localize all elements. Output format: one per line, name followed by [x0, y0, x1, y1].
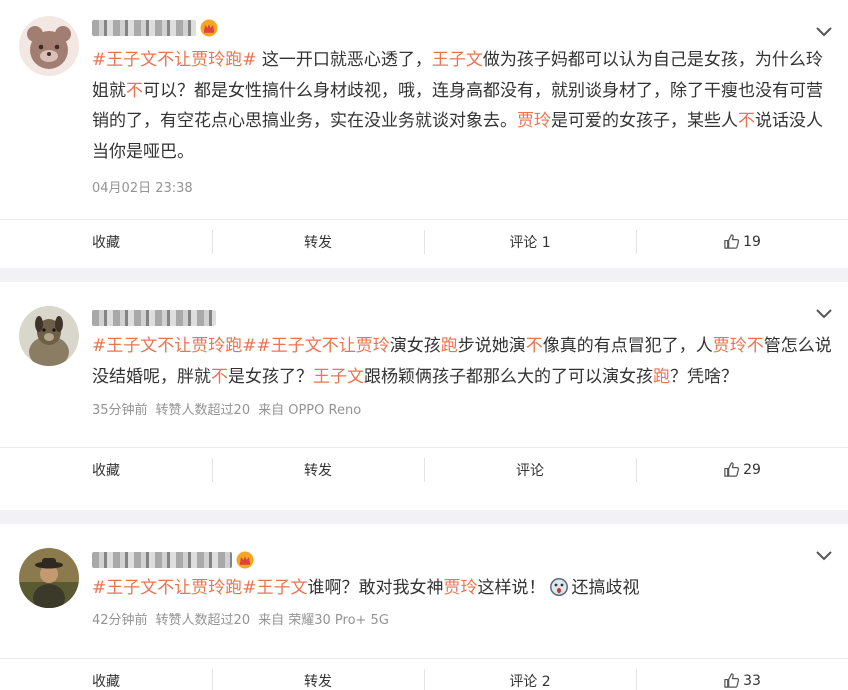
hashtag-link[interactable]: #王子文不让贾玲	[257, 336, 390, 356]
scared-face-emoji-icon	[549, 578, 568, 596]
hashtag-link[interactable]: #王子文不让贾玲跑#	[92, 336, 257, 356]
hashtag-link[interactable]: #王子文不让贾玲跑#	[92, 578, 257, 598]
comment-label: 评论	[516, 462, 544, 479]
keyword-highlight: 不	[525, 336, 543, 356]
like-button[interactable]: 19	[636, 220, 848, 263]
text-segment: ？凭啥？	[670, 366, 738, 387]
text-segment: 还搞歧视	[571, 578, 640, 598]
keyword-highlight: 王子文	[431, 50, 483, 70]
keyword-highlight: 不	[211, 366, 228, 387]
like-button[interactable]: 29	[636, 448, 848, 491]
thumbs-up-icon	[724, 234, 740, 249]
repost-label: 转发	[304, 673, 332, 690]
text-segment: 是可爱的女孩子，某些人	[551, 111, 738, 131]
keyword-highlight: 跑	[440, 336, 458, 356]
keyword-highlight: 贾玲	[443, 578, 478, 598]
text-segment: 是女孩了？	[228, 366, 313, 387]
text-segment: 演女孩	[389, 336, 441, 356]
timestamp: 35分钟前	[92, 403, 148, 418]
action-bar: 收藏 转发 评论 29	[0, 447, 848, 491]
post-meta: 42分钟前 转赞人数超过20 来自 荣耀30 Pro+ 5G	[92, 609, 397, 628]
comment-button[interactable]: 评论 1	[424, 220, 636, 263]
avatar[interactable]	[19, 548, 79, 608]
post-text: #王子文不让贾玲跑#王子文谁啊？敢对我女神贾玲这样说！ 还搞歧视	[92, 573, 832, 604]
separator	[0, 268, 848, 282]
separator	[0, 510, 848, 524]
blurred-username	[92, 20, 196, 36]
action-bar: 收藏 转发 评论 1 19	[0, 219, 848, 263]
hashtag-link[interactable]: #王子文不让贾玲跑#	[92, 50, 257, 70]
engagement-note: 转赞人数超过20	[155, 403, 251, 418]
post-meta: 04月02日 23:38	[92, 177, 201, 196]
thumbs-up-icon	[724, 462, 740, 477]
post-card: #王子文不让贾玲跑##王子文不让贾玲演女孩跑步说她演不像真的有点冒犯了，人贾玲不…	[0, 282, 848, 510]
keyword-highlight: 王子文	[313, 366, 364, 387]
username[interactable]	[92, 550, 254, 570]
favorite-button[interactable]: 收藏	[0, 659, 212, 690]
favorite-button[interactable]: 收藏	[0, 448, 212, 491]
chevron-down-icon[interactable]	[814, 548, 834, 562]
crown-badge-icon	[236, 551, 254, 569]
keyword-highlight: 王子文	[256, 578, 308, 598]
repost-label: 转发	[304, 234, 332, 251]
favorite-label: 收藏	[92, 462, 120, 479]
text-segment: 步说她演	[457, 336, 526, 356]
repost-button[interactable]: 转发	[212, 220, 424, 263]
avatar[interactable]	[19, 16, 79, 76]
favorite-button[interactable]: 收藏	[0, 220, 212, 263]
post-card: #王子文不让贾玲跑# 这一开口就恶心透了，王子文做为孩子妈都可以认为自己是女孩，…	[0, 0, 848, 268]
text-segment: 跟杨颖俩孩子都那么大的了可以演女孩	[364, 366, 653, 387]
blurred-username	[92, 310, 216, 326]
chevron-down-icon[interactable]	[814, 24, 834, 38]
comment-button[interactable]: 评论 2	[424, 659, 636, 690]
blurred-username	[92, 552, 232, 568]
comment-label: 评论 2	[509, 673, 551, 690]
post-text: #王子文不让贾玲跑##王子文不让贾玲演女孩跑步说她演不像真的有点冒犯了，人贾玲不…	[92, 331, 832, 392]
text-segment: 这一开口就恶心透了，	[256, 50, 432, 70]
thumbs-up-icon	[724, 673, 740, 688]
post-text: #王子文不让贾玲跑# 这一开口就恶心透了，王子文做为孩子妈都可以认为自己是女孩，…	[92, 45, 832, 167]
post-card: #王子文不让贾玲跑#王子文谁啊？敢对我女神贾玲这样说！ 还搞歧视 42分钟前 转赞人…	[0, 524, 848, 690]
username[interactable]	[92, 18, 218, 38]
username[interactable]	[92, 308, 216, 328]
keyword-highlight: 贾玲	[517, 111, 551, 131]
timestamp: 04月02日 23:38	[92, 181, 193, 196]
text-segment: 像真的有点冒犯了，人	[542, 336, 713, 356]
comment-button[interactable]: 评论	[424, 448, 636, 491]
repost-button[interactable]: 转发	[212, 659, 424, 690]
source-device: 来自 OPPO Reno	[258, 403, 362, 418]
source-device: 来自 荣耀30 Pro+ 5G	[258, 613, 389, 628]
like-button[interactable]: 33	[636, 659, 848, 690]
text-segment: 这样说！	[477, 578, 546, 598]
post-meta: 35分钟前 转赞人数超过20 来自 OPPO Reno	[92, 399, 369, 418]
crown-badge-icon	[200, 19, 218, 37]
like-count: 33	[743, 672, 761, 689]
keyword-highlight: 不	[126, 80, 143, 101]
comment-label: 评论 1	[509, 234, 551, 251]
text-segment: 谁啊？敢对我女神	[307, 578, 444, 598]
favorite-label: 收藏	[92, 234, 120, 251]
keyword-highlight: 贾玲不	[712, 336, 764, 356]
like-count: 29	[743, 461, 761, 478]
engagement-note: 转赞人数超过20	[155, 613, 251, 628]
avatar[interactable]	[19, 306, 79, 366]
action-bar: 收藏 转发 评论 2 33	[0, 658, 848, 690]
favorite-label: 收藏	[92, 673, 120, 690]
timestamp: 42分钟前	[92, 613, 148, 628]
repost-button[interactable]: 转发	[212, 448, 424, 491]
like-count: 19	[743, 233, 761, 250]
repost-label: 转发	[304, 462, 332, 479]
keyword-highlight: 不	[738, 111, 755, 131]
chevron-down-icon[interactable]	[814, 306, 834, 320]
comment-feed: #王子文不让贾玲跑# 这一开口就恶心透了，王子文做为孩子妈都可以认为自己是女孩，…	[0, 0, 848, 690]
keyword-highlight: 跑	[653, 366, 670, 387]
